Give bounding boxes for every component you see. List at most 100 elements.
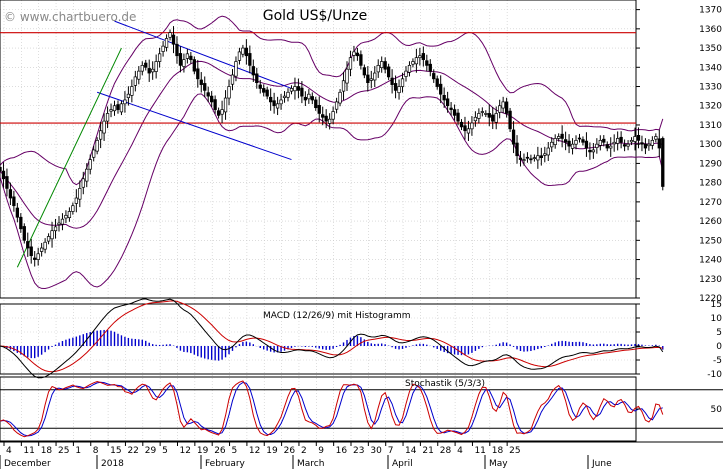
candle-body bbox=[567, 140, 571, 147]
x-tick-label: 23 bbox=[353, 446, 364, 456]
candle-body bbox=[529, 158, 533, 161]
candle-body bbox=[296, 86, 301, 91]
candle-body bbox=[275, 103, 280, 109]
candle-body bbox=[105, 113, 110, 122]
candle-body bbox=[439, 83, 443, 95]
candle-body bbox=[92, 149, 96, 158]
candle-body bbox=[386, 66, 391, 78]
candle-body bbox=[29, 246, 33, 257]
candle-body bbox=[53, 226, 58, 232]
candle-body bbox=[435, 78, 439, 87]
stoch-title: Stochastik (5/3/3) bbox=[405, 379, 485, 389]
candle-body bbox=[19, 216, 23, 230]
candle-body bbox=[654, 136, 658, 140]
candle-body bbox=[300, 87, 304, 97]
candle-body bbox=[57, 222, 61, 225]
x-tick-label: 28 bbox=[440, 446, 452, 456]
price-y-tick-label: 1370 bbox=[699, 6, 722, 16]
candle-body bbox=[161, 45, 165, 52]
candle-body bbox=[116, 104, 120, 110]
candle-body bbox=[508, 110, 512, 130]
candle-body bbox=[182, 59, 186, 67]
candle-body bbox=[543, 153, 547, 156]
candle-body bbox=[636, 134, 641, 141]
x-tick-label: 18 bbox=[41, 446, 53, 456]
candle-body bbox=[626, 143, 630, 147]
candle-body bbox=[279, 99, 283, 105]
candle-body bbox=[352, 51, 356, 56]
candle-body bbox=[331, 111, 335, 120]
candle-body bbox=[164, 38, 169, 48]
candle-body bbox=[74, 197, 78, 204]
candle-body bbox=[324, 115, 328, 122]
price-y-tick-label: 1240 bbox=[699, 256, 722, 266]
candle-body bbox=[498, 105, 502, 113]
macd-y-tick-label: 5 bbox=[716, 328, 722, 338]
candle-body bbox=[418, 55, 422, 59]
candle-body bbox=[154, 61, 158, 72]
candle-body bbox=[22, 226, 26, 241]
candle-body bbox=[171, 34, 176, 45]
price-y-tick-label: 1360 bbox=[699, 25, 722, 35]
candle-body bbox=[404, 70, 408, 77]
candle-body bbox=[71, 205, 75, 212]
candle-body bbox=[178, 53, 183, 66]
candle-body bbox=[536, 155, 540, 161]
x-tick-label: 2 bbox=[301, 446, 307, 456]
candle-body bbox=[501, 101, 505, 109]
candle-body bbox=[64, 214, 68, 219]
candle-body bbox=[643, 143, 648, 149]
candle-body bbox=[504, 101, 509, 114]
candle-body bbox=[414, 57, 419, 65]
candle-body bbox=[515, 142, 519, 157]
x-tick-label: 11 bbox=[23, 446, 34, 456]
candle-body bbox=[376, 65, 380, 73]
x-tick-label: 4 bbox=[457, 446, 463, 456]
candle-body bbox=[223, 97, 228, 113]
month-label: May bbox=[489, 459, 508, 469]
candle-body bbox=[307, 93, 311, 100]
x-tick-label: 5 bbox=[162, 446, 168, 456]
x-tick-label: 12 bbox=[180, 446, 191, 456]
price-y-tick-label: 1320 bbox=[699, 102, 722, 112]
candle-body bbox=[78, 188, 82, 200]
candle-body bbox=[491, 114, 495, 122]
candle-body bbox=[581, 139, 585, 143]
macd-y-tick-label: 10 bbox=[711, 314, 723, 324]
candle-body bbox=[411, 61, 415, 65]
candle-body bbox=[185, 53, 190, 59]
candle-body bbox=[8, 189, 13, 199]
candle-body bbox=[609, 145, 613, 149]
x-tick-label: 1 bbox=[75, 446, 81, 456]
month-label: 2018 bbox=[101, 459, 124, 469]
watermark: © www.chartbuero.de bbox=[4, 10, 136, 24]
candle-body bbox=[588, 149, 592, 153]
candle-body bbox=[341, 80, 346, 92]
candle-body bbox=[432, 73, 436, 80]
macd-y-tick-label: -5 bbox=[713, 356, 722, 366]
x-tick-label: 7 bbox=[388, 446, 394, 456]
candle-body bbox=[661, 138, 665, 187]
candle-body bbox=[67, 211, 72, 218]
candle-body bbox=[230, 74, 235, 85]
candle-body bbox=[345, 68, 349, 84]
month-label: April bbox=[392, 459, 413, 469]
candle-body bbox=[400, 78, 405, 87]
candle-body bbox=[140, 65, 144, 72]
candle-body bbox=[15, 207, 19, 218]
candle-body bbox=[216, 110, 221, 116]
x-tick-label: 21 bbox=[422, 446, 433, 456]
candle-body bbox=[380, 61, 384, 69]
candle-body bbox=[12, 196, 16, 207]
month-label: February bbox=[205, 459, 246, 469]
candle-body bbox=[168, 32, 172, 38]
candle-body bbox=[466, 128, 471, 134]
candle-body bbox=[248, 53, 252, 66]
x-tick-label: 26 bbox=[214, 446, 226, 456]
candle-body bbox=[428, 63, 432, 72]
candle-body bbox=[480, 111, 484, 113]
candle-body bbox=[369, 78, 373, 81]
macd-y-tick-label: 0 bbox=[716, 342, 722, 352]
candle-body bbox=[206, 92, 210, 97]
candle-body bbox=[251, 66, 255, 76]
